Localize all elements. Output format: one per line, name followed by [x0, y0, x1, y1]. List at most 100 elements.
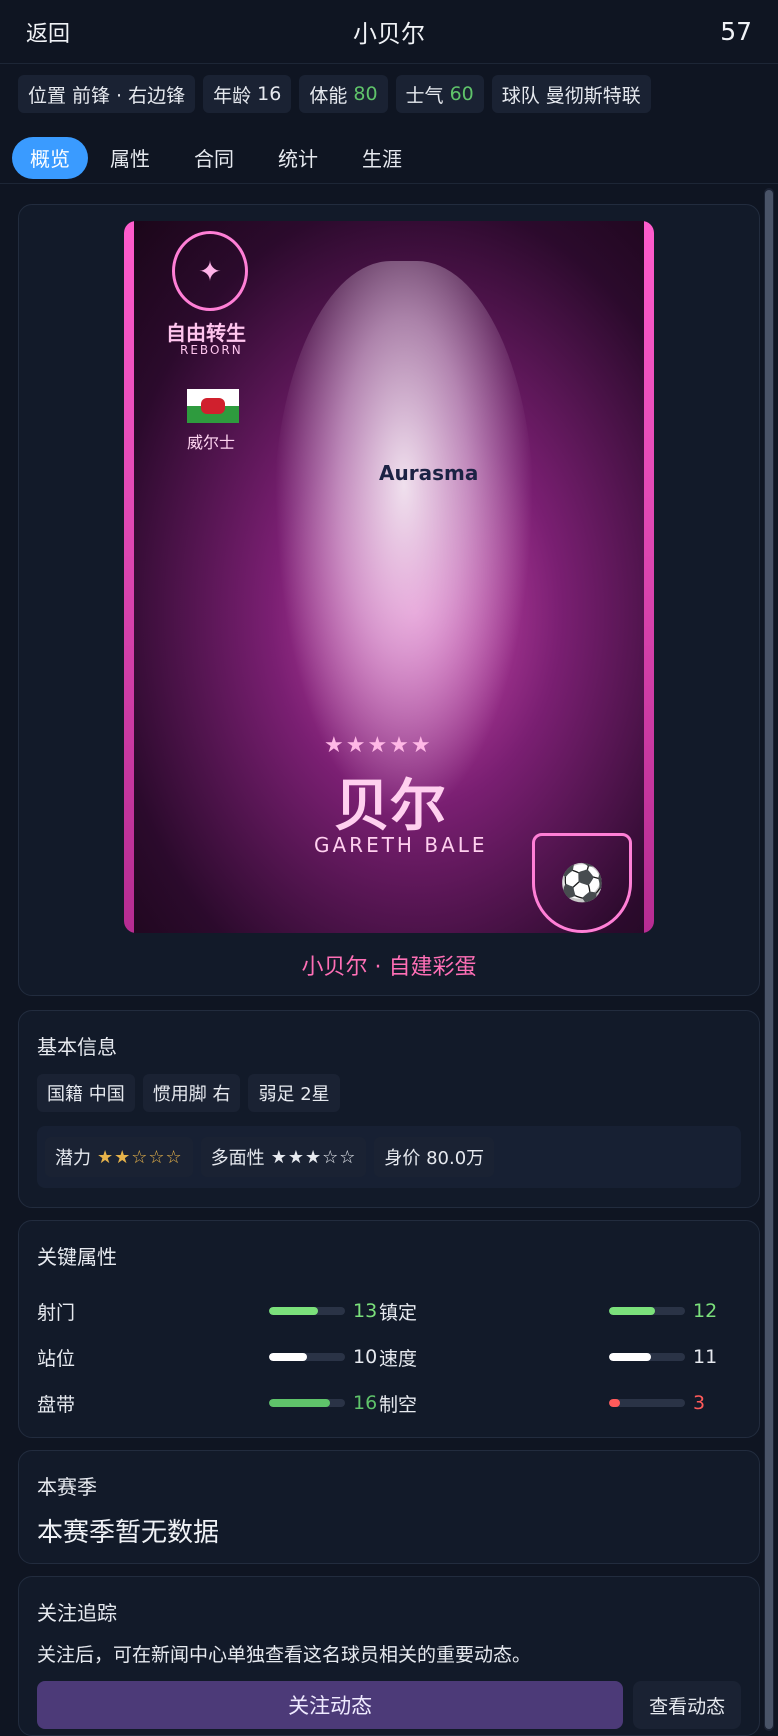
attribute-name: 制空 [379, 1393, 418, 1416]
attribute-row: 站位 10 速度 11 [37, 1334, 741, 1380]
morale-label: 士气 [405, 84, 444, 107]
nationality-chip: 国籍 中国 [37, 1074, 135, 1112]
attribute-bar [609, 1353, 685, 1361]
follow-description: 关注后，可在新闻中心单独查看这名球员相关的重要动态。 [37, 1644, 532, 1666]
card-country: 威尔士 [187, 433, 236, 452]
attribute-value: 11 [693, 1346, 718, 1368]
follow-panel: 关注追踪 关注后，可在新闻中心单独查看这名球员相关的重要动态。 关注动态 查看动… [18, 1576, 760, 1736]
attribute-item: 射门 13 [37, 1298, 379, 1325]
attribute-item: 盘带 16 [37, 1390, 379, 1417]
follow-button[interactable]: 关注动态 [37, 1681, 624, 1729]
attribute-item: 镇定 12 [379, 1298, 719, 1325]
card-name-en: GARETH BALE [314, 833, 488, 857]
age-label: 年龄 [213, 84, 252, 107]
attribute-item: 站位 10 [37, 1344, 379, 1371]
attribute-name: 站位 [37, 1347, 76, 1370]
attribute-bar-fill [609, 1399, 621, 1407]
attribute-value: 10 [353, 1346, 378, 1368]
basic-info-chips: 国籍 中国 惯用脚 右 弱足 2星 [37, 1074, 741, 1112]
follow-buttons: 关注动态 查看动态 [37, 1681, 741, 1729]
team-label: 球队 [501, 84, 540, 107]
tab-overview[interactable]: 概览 [12, 136, 88, 179]
season-panel: 本赛季 本赛季暂无数据 [18, 1450, 760, 1564]
shirt-sponsor: Aurasma [379, 461, 479, 485]
tab-contract[interactable]: 合同 [172, 137, 256, 179]
attribute-row: 射门 13 镇定 12 [37, 1288, 741, 1334]
attribute-name: 速度 [379, 1347, 418, 1370]
wales-flag-icon [187, 389, 239, 423]
top-bar: 返回 小贝尔 57 [0, 0, 778, 64]
tab-stats[interactable]: 统计 [256, 137, 340, 179]
tab-attributes[interactable]: 属性 [88, 137, 172, 179]
age-chip: 年龄 16 [203, 75, 292, 113]
versatility-chip: 多面性 ★★★☆☆ [200, 1137, 367, 1177]
reborn-badge-cn: 自由转生 [166, 321, 246, 345]
follow-title: 关注追踪 [37, 1601, 117, 1625]
attribute-bar-fill [269, 1307, 319, 1315]
stamina-value: 80 [353, 83, 378, 105]
season-empty-text: 本赛季暂无数据 [37, 1518, 220, 1548]
morale-value: 60 [449, 83, 474, 105]
attribute-name: 射门 [37, 1301, 76, 1324]
team-chip[interactable]: 球队 曼彻斯特联 [491, 75, 651, 113]
preferred-foot-chip: 惯用脚 右 [142, 1074, 241, 1112]
versatility-label: 多面性 [210, 1148, 265, 1169]
page-title: 小贝尔 [353, 20, 425, 48]
attribute-value: 3 [693, 1392, 706, 1414]
card-name-cn: 贝尔 [334, 774, 446, 839]
basic-info-title: 基本信息 [37, 1035, 117, 1059]
attribute-bar-fill [269, 1399, 330, 1407]
attribute-item: 速度 11 [379, 1344, 719, 1371]
attribute-value: 12 [693, 1300, 718, 1322]
attribute-name: 盘带 [37, 1393, 76, 1416]
age-value: 16 [257, 83, 282, 105]
player-card-image: ✦ 自由转生 REBORN 威尔士 Aurasma ★★★★★ 贝尔 GARET… [124, 221, 654, 933]
view-updates-button[interactable]: 查看动态 [633, 1681, 741, 1729]
season-title: 本赛季 [37, 1475, 97, 1499]
value-chip: 身价 80.0万 [374, 1137, 495, 1177]
card-stars: ★★★★★ [324, 733, 433, 758]
player-card-panel: ✦ 自由转生 REBORN 威尔士 Aurasma ★★★★★ 贝尔 GARET… [18, 204, 760, 996]
attribute-value: 13 [353, 1300, 378, 1322]
attribute-item: 制空 3 [379, 1390, 719, 1417]
stamina-chip: 体能 80 [299, 75, 388, 113]
card-caption: 小贝尔 · 自建彩蛋 [301, 955, 477, 980]
reborn-badge-en: REBORN [180, 343, 243, 357]
tab-career[interactable]: 生涯 [340, 137, 424, 179]
back-button[interactable]: 返回 [26, 16, 70, 48]
attribute-value: 16 [353, 1392, 378, 1414]
scrollbar-thumb[interactable] [765, 190, 773, 1729]
card-edge-right [644, 221, 654, 933]
phoenix-crest-icon: ✦ [172, 231, 248, 311]
weak-foot-chip: 弱足 2星 [248, 1074, 340, 1112]
card-edge-left [124, 221, 134, 933]
overall-rating: 57 [720, 17, 752, 46]
versatility-stars: ★★★☆☆ [270, 1146, 357, 1168]
potential-stars: ★★☆☆☆ [97, 1146, 183, 1168]
attribute-bar [269, 1399, 345, 1407]
attribute-name: 镇定 [379, 1301, 418, 1324]
attribute-grid: 射门 13 镇定 12 站位 10 速度 11 盘带 16 制空 3 [37, 1288, 741, 1426]
attribute-row: 盘带 16 制空 3 [37, 1380, 741, 1426]
info-chips: 位置 前锋 · 右边锋 年龄 16 体能 80 士气 60 球队 曼彻斯特联 [0, 64, 778, 124]
football-shield-icon: ⚽ [532, 833, 632, 933]
attribute-bar [609, 1307, 685, 1315]
morale-chip: 士气 60 [395, 75, 484, 113]
basic-info-panel: 基本信息 国籍 中国 惯用脚 右 弱足 2星 潜力 ★★☆☆☆ 多面性 ★★★☆… [18, 1010, 760, 1208]
key-attributes-panel: 关键属性 射门 13 镇定 12 站位 10 速度 11 盘带 16 制空 3 [18, 1220, 760, 1438]
key-attributes-title: 关键属性 [37, 1245, 117, 1269]
attribute-bar [609, 1399, 685, 1407]
tab-bar: 概览 属性 合同 统计 生涯 [0, 124, 778, 184]
attribute-bar [269, 1307, 345, 1315]
position-label: 位置 [28, 84, 67, 107]
team-value: 曼彻斯特联 [545, 84, 641, 107]
attribute-bar-fill [609, 1307, 655, 1315]
position-chip: 位置 前锋 · 右边锋 [18, 75, 196, 113]
potential-label: 潜力 [55, 1148, 91, 1169]
potential-chip: 潜力 ★★☆☆☆ [45, 1137, 193, 1177]
attribute-bar [269, 1353, 345, 1361]
attribute-bar-fill [609, 1353, 651, 1361]
position-value: 前锋 · 右边锋 [72, 84, 186, 107]
rating-subpanel: 潜力 ★★☆☆☆ 多面性 ★★★☆☆ 身价 80.0万 [37, 1126, 741, 1188]
attribute-bar-fill [269, 1353, 307, 1361]
